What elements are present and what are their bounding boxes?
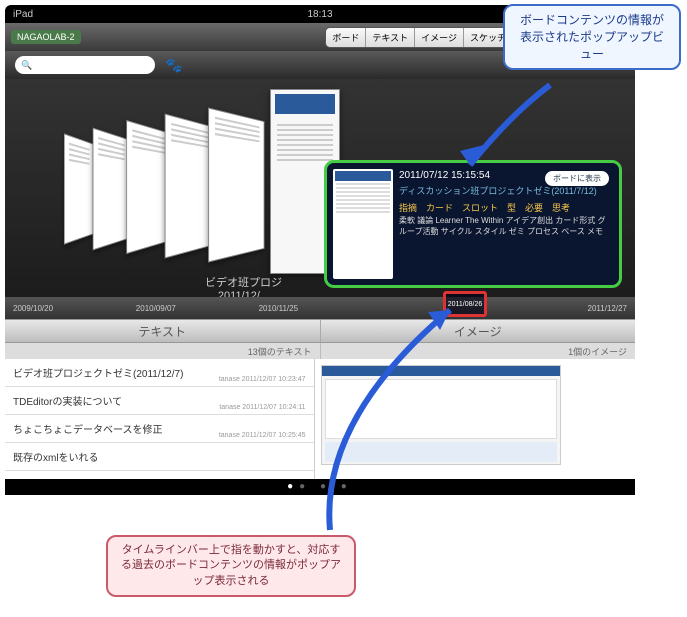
tab-image[interactable]: イメージ	[415, 28, 464, 47]
popup-meta: 柔軟 議論 Learner The Within アイデア創出 カード形式 グル…	[399, 216, 613, 237]
popup-tags: 指摘 カード スロット 型 必要 思考	[399, 202, 613, 215]
popup-thumbnail[interactable]	[333, 169, 393, 279]
search-icon: 🔍	[21, 60, 32, 71]
clock: 18:13	[307, 9, 332, 20]
timeline-tick: 2011/12/27	[504, 304, 627, 313]
content-area: ビデオ班プロジェクトゼミ(2011/12/7)tanase 2011/12/07…	[5, 359, 635, 479]
image-thumbnail[interactable]	[321, 365, 561, 465]
timeline-tick: 2010/11/25	[259, 304, 382, 313]
text-count: 13個のテキスト	[5, 343, 321, 359]
annotation-callout-bottom: タイムラインバー上で指を動かすと、対応する過去のボードコンテンツの情報がポップア…	[106, 535, 356, 597]
popup-title: ディスカッション班プロジェクトゼミ(2011/7/12)	[399, 185, 613, 198]
list-item[interactable]: 既存のxmlをいれる	[5, 443, 314, 471]
timeline-bar[interactable]: 2009/10/20 2010/09/07 2010/11/25 2011/12…	[5, 297, 635, 319]
search-field[interactable]: 🔍	[15, 56, 155, 74]
text-list[interactable]: ビデオ班プロジェクトゼミ(2011/12/7)tanase 2011/12/07…	[5, 359, 315, 479]
app-name-badge[interactable]: NAGAOLAB-2	[11, 30, 81, 44]
search-input[interactable]	[32, 60, 149, 71]
cover-item[interactable]	[64, 133, 93, 244]
cover-item[interactable]	[126, 120, 169, 254]
split-header: テキスト イメージ	[5, 319, 635, 343]
board-popup: 2011/07/12 15:15:54 ディスカッション班プロジェクトゼミ(20…	[324, 160, 622, 288]
tab-text[interactable]: テキスト	[366, 28, 415, 47]
timeline-tick: 2009/10/20	[13, 304, 136, 313]
count-row: 13個のテキスト 1個のイメージ	[5, 343, 635, 359]
annotation-callout-top: ボードコンテンツの情報が表示されたポップアップビュー	[503, 4, 681, 70]
image-header: イメージ	[321, 320, 636, 342]
timeline-current-marker[interactable]: 2011/08/26	[443, 291, 487, 317]
list-item[interactable]: ちょこちょこデータベースを修正tanase 2011/12/07 10:25:4…	[5, 415, 314, 443]
list-item[interactable]: ビデオ班プロジェクトゼミ(2011/12/7)tanase 2011/12/07…	[5, 359, 314, 387]
text-header: テキスト	[5, 320, 321, 342]
show-on-board-button[interactable]: ボードに表示	[545, 171, 609, 186]
image-panel	[315, 359, 636, 479]
cover-item[interactable]	[208, 107, 264, 262]
image-count: 1個のイメージ	[321, 343, 636, 359]
timeline-tick: 2010/09/07	[136, 304, 259, 313]
paw-icon[interactable]: 🐾	[165, 57, 182, 74]
tab-board[interactable]: ボード	[326, 28, 366, 47]
list-item[interactable]: TDEditorの実装についてtanase 2011/12/07 10:24:1…	[5, 387, 314, 415]
device-label: iPad	[13, 9, 33, 20]
timeline-current-date: 2011/08/26	[448, 301, 483, 308]
cover-item[interactable]	[93, 128, 129, 251]
page-indicator[interactable]: ●● ● ●	[5, 479, 635, 495]
